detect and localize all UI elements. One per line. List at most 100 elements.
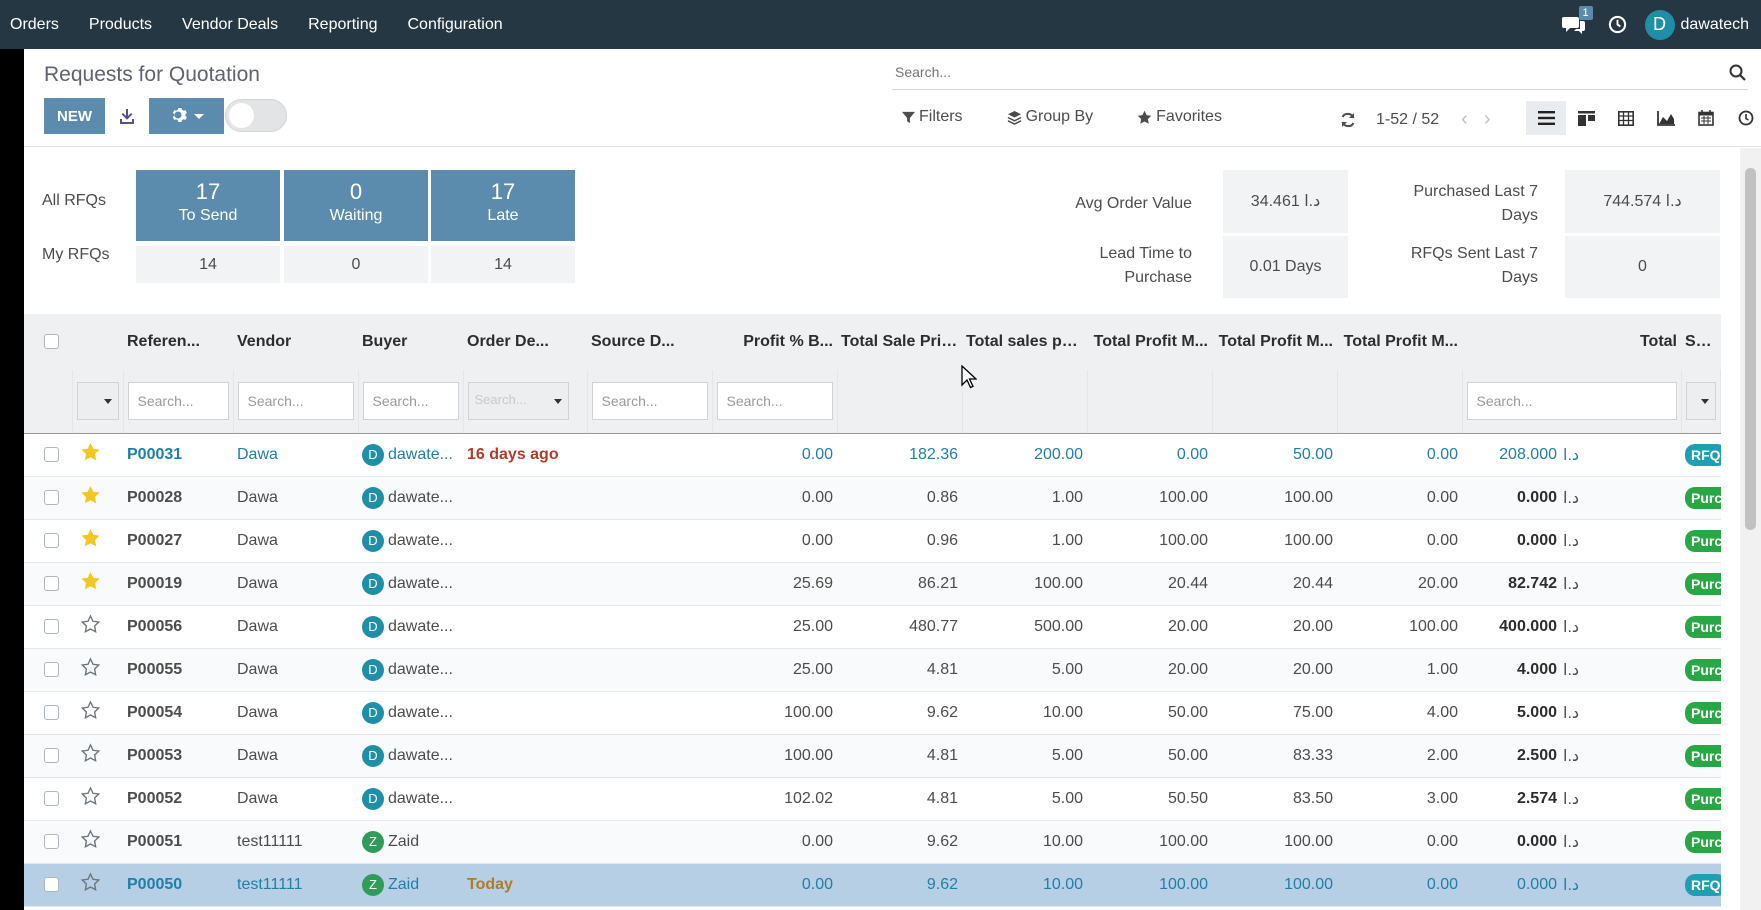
row-checkbox[interactable] <box>44 747 59 763</box>
table-row[interactable]: P00031 Dawa Ddawate... 16 days ago 0.00 182.3… <box>24 433 1721 477</box>
column-header[interactable]: Total Sale Pric... <box>837 314 962 370</box>
pager-value[interactable]: 1-52 / 52 <box>1376 111 1439 129</box>
priority-filter-select[interactable] <box>76 382 119 421</box>
numeric-cell: 50.50 <box>1087 777 1212 821</box>
pivot-view-icon[interactable] <box>1606 101 1646 135</box>
user-menu[interactable]: D dawatech <box>1644 9 1749 40</box>
search-input[interactable] <box>892 57 1692 87</box>
row-checkbox[interactable] <box>44 876 59 892</box>
column-header[interactable]: Profit % B... <box>712 314 837 370</box>
row-checkbox[interactable] <box>44 446 59 462</box>
column-filter-select[interactable]: Search... <box>467 382 569 421</box>
table-row[interactable]: P00051 test11111 Z Zaid 0.00 9.62 10.00 100.00 1… <box>24 820 1721 864</box>
column-filter-input[interactable]: Search... <box>127 382 229 421</box>
row-checkbox[interactable] <box>44 661 59 677</box>
column-filter-input[interactable]: Search... <box>362 382 459 421</box>
list-view-icon[interactable] <box>1526 101 1566 135</box>
row-checkbox[interactable] <box>44 833 59 849</box>
column-header[interactable]: Total Profit M... <box>1087 314 1212 370</box>
next-page-icon[interactable]: › <box>1484 108 1491 131</box>
filters-button[interactable]: Filters <box>902 108 985 126</box>
column-header[interactable]: Total <box>1462 314 1681 370</box>
column-header[interactable]: Total Profit M... <box>1212 314 1337 370</box>
column-header[interactable]: Status <box>1681 314 1721 370</box>
search-icon[interactable] <box>1729 64 1746 86</box>
column-filter-input[interactable]: Search... <box>591 382 708 421</box>
column-filter-input[interactable]: Search... <box>1466 382 1677 421</box>
group-by-button[interactable]: Group By <box>1007 108 1116 126</box>
my-rfq-tile[interactable]: 0 <box>284 246 428 283</box>
column-header[interactable]: Buyer <box>358 314 463 370</box>
table-row[interactable]: P00055 Dawa Ddawate... 25.00 4.81 5.00 20.00 20… <box>24 648 1721 692</box>
star-filled-icon[interactable] <box>80 529 101 552</box>
star-filled-icon[interactable] <box>80 572 101 595</box>
kanban-view-icon[interactable] <box>1566 101 1606 135</box>
activity-view-icon[interactable] <box>1726 101 1761 135</box>
column-header[interactable]: Order De... <box>463 314 587 370</box>
rfq-tile-to-send[interactable]: 17 To Send <box>136 170 280 241</box>
activity-clock-icon[interactable] <box>1608 15 1627 34</box>
toggle-switch[interactable] <box>225 99 287 132</box>
star-filled-icon[interactable] <box>80 486 101 509</box>
row-checkbox[interactable] <box>44 575 59 591</box>
menu-item-vendor-deals[interactable]: Vendor Deals <box>167 16 293 34</box>
actions-gear-button[interactable] <box>149 98 224 134</box>
column-header[interactable]: Total Profit M... <box>1337 314 1462 370</box>
row-checkbox[interactable] <box>44 704 59 720</box>
column-filter-input[interactable]: Search... <box>237 382 354 421</box>
star-outline-icon[interactable] <box>80 829 101 853</box>
favorites-button[interactable]: Favorites <box>1137 108 1244 126</box>
my-rfq-tile[interactable]: 14 <box>431 246 575 283</box>
menu-item-configuration[interactable]: Configuration <box>392 16 517 34</box>
column-filter-input[interactable]: Search... <box>716 382 833 421</box>
kpi-lead-time-label: Lead Time to Purchase <box>1099 245 1193 286</box>
select-all-checkbox[interactable] <box>44 334 59 350</box>
star-outline-icon[interactable] <box>80 872 101 896</box>
column-header[interactable]: Source D... <box>587 314 712 370</box>
column-filter-select[interactable] <box>1685 382 1716 421</box>
numeric-cell: 0.00 <box>712 863 837 907</box>
table-row[interactable]: P00019 Dawa Ddawate... 25.69 86.21 100.00 20.4… <box>24 562 1721 606</box>
table-row[interactable]: P00050 test11111 Z Zaid Today 0.00 9.62 10.00 10… <box>24 863 1721 907</box>
vertical-scrollbar[interactable] <box>1740 148 1761 910</box>
total-cell: 4.000 <box>1462 648 1557 692</box>
total-cell: 400.000 <box>1462 605 1557 649</box>
graph-view-icon[interactable] <box>1646 101 1686 135</box>
calendar-view-icon[interactable] <box>1686 101 1726 135</box>
star-outline-icon[interactable] <box>80 786 101 810</box>
download-icon[interactable] <box>116 104 138 128</box>
rfq-tile-waiting[interactable]: 0 Waiting <box>284 170 428 241</box>
menu-item-reporting[interactable]: Reporting <box>293 16 392 34</box>
refresh-icon[interactable] <box>1340 112 1356 128</box>
row-checkbox[interactable] <box>44 532 59 548</box>
column-header[interactable]: Referen... <box>123 314 233 370</box>
rfq-tile-late[interactable]: 17 Late <box>431 170 575 241</box>
filter-cell <box>72 370 124 434</box>
row-checkbox[interactable] <box>44 618 59 634</box>
star-outline-icon[interactable] <box>80 743 101 767</box>
buyer-avatar: D <box>362 486 384 509</box>
source-document-cell <box>587 476 712 520</box>
star-outline-icon[interactable] <box>80 700 101 724</box>
column-header[interactable]: Total sales pri... <box>962 314 1087 370</box>
column-header[interactable]: Vendor <box>233 314 358 370</box>
new-button[interactable]: NEW <box>44 98 105 134</box>
menu-item-orders[interactable]: Orders <box>0 16 74 34</box>
table-row[interactable]: P00052 Dawa Ddawate... 102.02 4.81 5.00 50.50 8… <box>24 777 1721 821</box>
table-row[interactable]: P00056 Dawa Ddawate... 25.00 480.77 500.00 20.… <box>24 605 1721 649</box>
filter-cell: Search... <box>587 370 713 434</box>
table-row[interactable]: P00027 Dawa Ddawate... 0.00 0.96 1.00 100.00 10… <box>24 519 1721 563</box>
table-row[interactable]: P00054 Dawa Ddawate... 100.00 9.62 10.00 50.00… <box>24 691 1721 735</box>
numeric-cell: 20.00 <box>1087 605 1212 649</box>
prev-page-icon[interactable]: ‹ <box>1461 108 1468 131</box>
my-rfq-tile[interactable]: 14 <box>136 246 280 283</box>
menu-item-products[interactable]: Products <box>74 16 167 34</box>
table-row[interactable]: P00053 Dawa Ddawate... 100.00 4.81 5.00 50.00 8… <box>24 734 1721 778</box>
star-outline-icon[interactable] <box>80 657 101 681</box>
row-checkbox[interactable] <box>44 790 59 806</box>
table-row[interactable]: P00028 Dawa Ddawate... 0.00 0.86 1.00 100.00 10… <box>24 476 1721 520</box>
row-checkbox[interactable] <box>44 489 59 505</box>
chat-icon[interactable]: 1 <box>1561 5 1593 35</box>
star-outline-icon[interactable] <box>80 614 101 638</box>
star-filled-icon[interactable] <box>80 443 101 466</box>
